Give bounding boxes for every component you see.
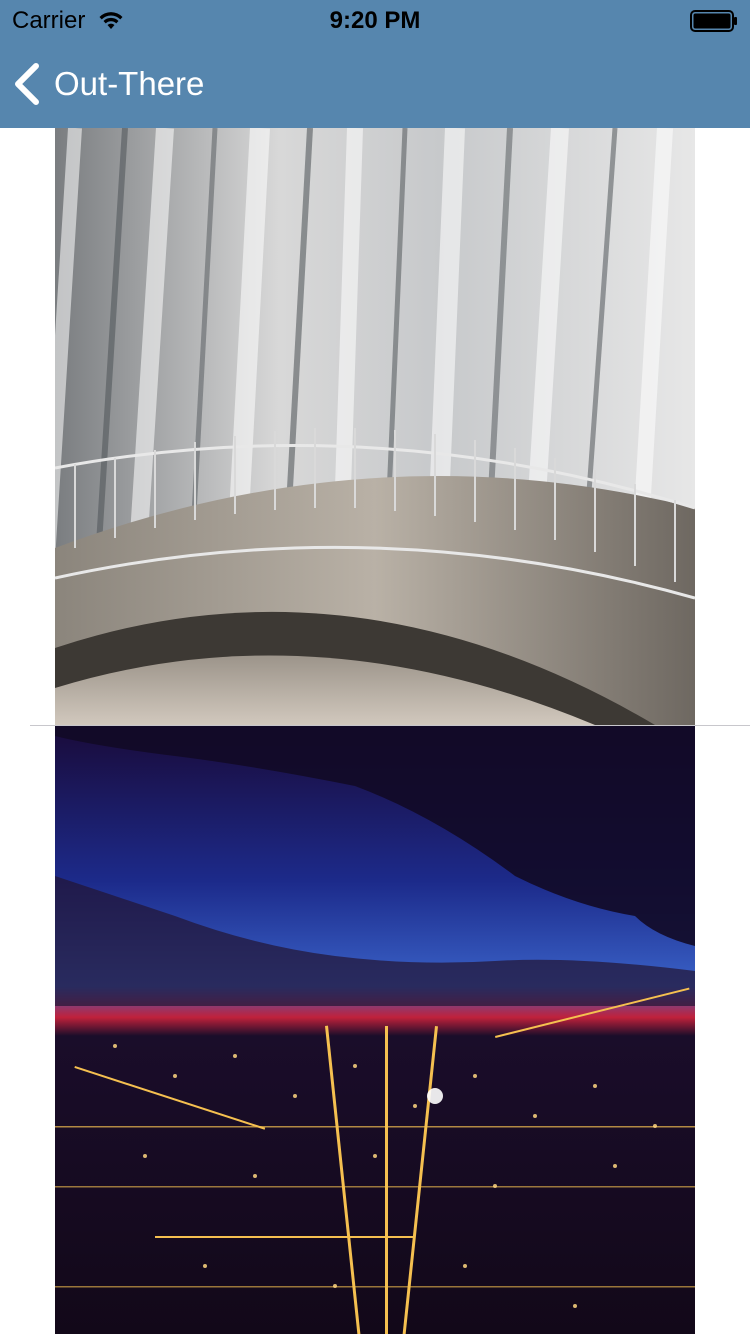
navigation-bar: Out-There: [0, 40, 750, 128]
photo-night-city[interactable]: [55, 726, 695, 1334]
night-city-image: [55, 726, 695, 1334]
photo-feed[interactable]: [0, 128, 750, 1334]
back-button-label: Out-There: [54, 65, 205, 102]
status-bar: Carrier 9:20 PM: [0, 0, 750, 40]
chevron-left-icon: [15, 63, 39, 105]
back-button[interactable]: Out-There: [12, 56, 204, 112]
app-header: Carrier 9:20 PM Out-There: [0, 0, 750, 128]
battery-icon: [690, 10, 737, 32]
staircase-image: [55, 128, 695, 725]
feed-cell[interactable]: [0, 128, 750, 725]
feed-cell[interactable]: [0, 726, 750, 1334]
status-time: 9:20 PM: [329, 7, 421, 34]
photo-staircase[interactable]: [55, 128, 695, 725]
